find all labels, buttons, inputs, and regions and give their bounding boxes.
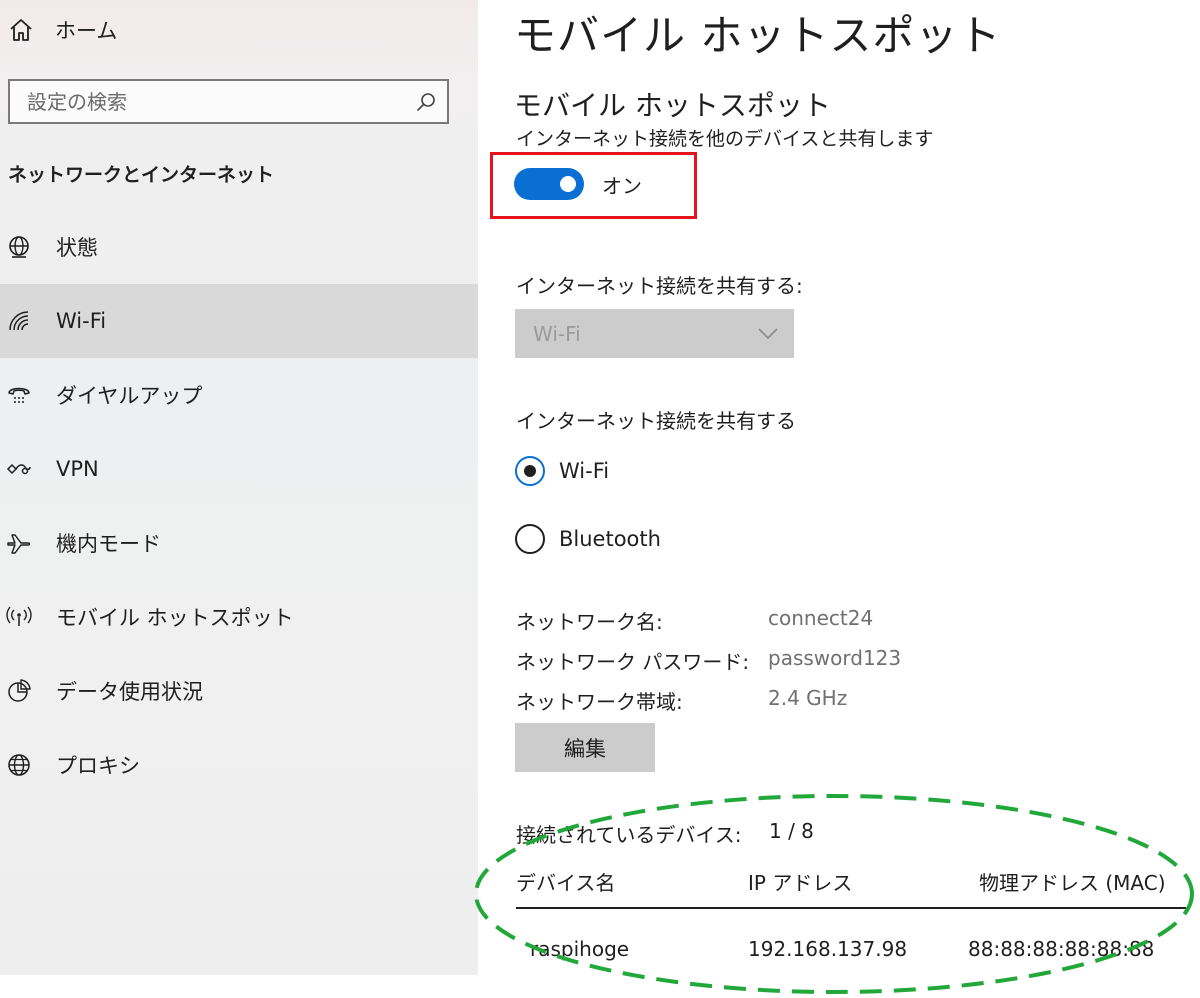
share-from-dropdown[interactable]: Wi-Fi: [515, 309, 794, 358]
sidebar-item-wifi[interactable]: Wi-Fi: [0, 284, 478, 358]
sidebar-item-label: プロキシ: [56, 754, 140, 778]
dialup-icon: [8, 387, 30, 403]
toggle-knob: [560, 176, 576, 192]
page-title: モバイル ホットスポット: [514, 11, 1002, 60]
home-nav-item[interactable]: ホーム: [8, 12, 117, 48]
hotspot-toggle-row[interactable]: オン: [514, 168, 642, 200]
home-label: ホーム: [55, 19, 118, 43]
ip-address-cell: 192.168.137.98: [748, 937, 908, 961]
hotspot-section-title: モバイル ホットスポット: [514, 89, 831, 122]
sidebar-item-mobile-hotspot[interactable]: モバイル ホットスポット: [0, 580, 478, 654]
radio-button-checked[interactable]: [515, 456, 545, 486]
column-header-mac-address: 物理アドレス (MAC): [979, 871, 1166, 895]
device-name-cell: raspihoge: [530, 937, 630, 961]
sidebar-item-label: Wi-Fi: [56, 309, 107, 333]
hotspot-icon: [6, 606, 32, 626]
network-password-value: password123: [768, 646, 902, 670]
column-header-device-name: デバイス名: [516, 871, 616, 895]
sidebar-item-label: VPN: [56, 457, 99, 481]
sidebar-item-label: モバイル ホットスポット: [56, 606, 294, 630]
edit-button[interactable]: 編集: [515, 723, 655, 772]
share-over-label: インターネット接続を共有する: [516, 409, 796, 433]
globe-status-icon: [9, 236, 29, 258]
share-from-label: インターネット接続を共有する:: [516, 274, 803, 298]
sidebar-item-label: データ使用状況: [56, 680, 203, 704]
toggle-state-label: オン: [602, 173, 642, 198]
connected-devices-count: 1 / 8: [769, 819, 814, 843]
search-icon[interactable]: [415, 91, 437, 113]
sidebar-item-dialup[interactable]: ダイヤルアップ: [0, 358, 478, 432]
airplane-icon: [7, 534, 31, 554]
network-band-label: ネットワーク帯域:: [516, 690, 683, 714]
sidebar-section-title: ネットワークとインターネット: [8, 164, 275, 186]
network-name-label: ネットワーク名:: [516, 610, 663, 634]
connected-devices-label: 接続されているデバイス:: [516, 823, 742, 847]
vpn-icon: [6, 463, 31, 475]
sidebar-item-airplane-mode[interactable]: 機内モード: [0, 506, 478, 580]
settings-sidebar: ホーム ネットワークとインターネット 状態 Wi-Fi: [0, 0, 478, 975]
home-icon: [10, 19, 32, 41]
sidebar-item-vpn[interactable]: VPN: [0, 432, 478, 506]
globe-icon: [8, 754, 30, 776]
column-header-ip-address: IP アドレス: [748, 871, 853, 895]
radio-label: Wi-Fi: [559, 459, 610, 483]
sidebar-item-proxy[interactable]: プロキシ: [0, 728, 478, 802]
sidebar-item-label: ダイヤルアップ: [56, 384, 203, 408]
wifi-icon: [9, 311, 29, 331]
radio-label: Bluetooth: [559, 527, 661, 551]
settings-search-input[interactable]: [27, 89, 415, 114]
hotspot-description: インターネット接続を他のデバイスと共有します: [516, 128, 934, 150]
sidebar-item-label: 機内モード: [56, 532, 161, 556]
radio-button-unchecked[interactable]: [515, 524, 545, 554]
table-divider: [516, 907, 1186, 909]
network-band-value: 2.4 GHz: [768, 686, 848, 710]
hotspot-toggle-switch[interactable]: [514, 168, 584, 200]
sidebar-item-label: 状態: [56, 236, 98, 260]
share-over-wifi-option[interactable]: Wi-Fi: [515, 455, 609, 487]
sidebar-item-status[interactable]: 状態: [0, 210, 478, 284]
network-password-label: ネットワーク パスワード:: [516, 650, 750, 674]
network-name-value: connect24: [768, 606, 874, 630]
sidebar-item-data-usage[interactable]: データ使用状況: [0, 654, 478, 728]
mac-address-cell: 88:88:88:88:88:88: [968, 937, 1155, 961]
data-usage-icon: [8, 679, 31, 702]
settings-search-box[interactable]: [8, 79, 449, 124]
share-from-value: Wi-Fi: [533, 321, 581, 346]
chevron-down-icon: [758, 327, 778, 339]
share-over-bluetooth-option[interactable]: Bluetooth: [515, 523, 661, 555]
